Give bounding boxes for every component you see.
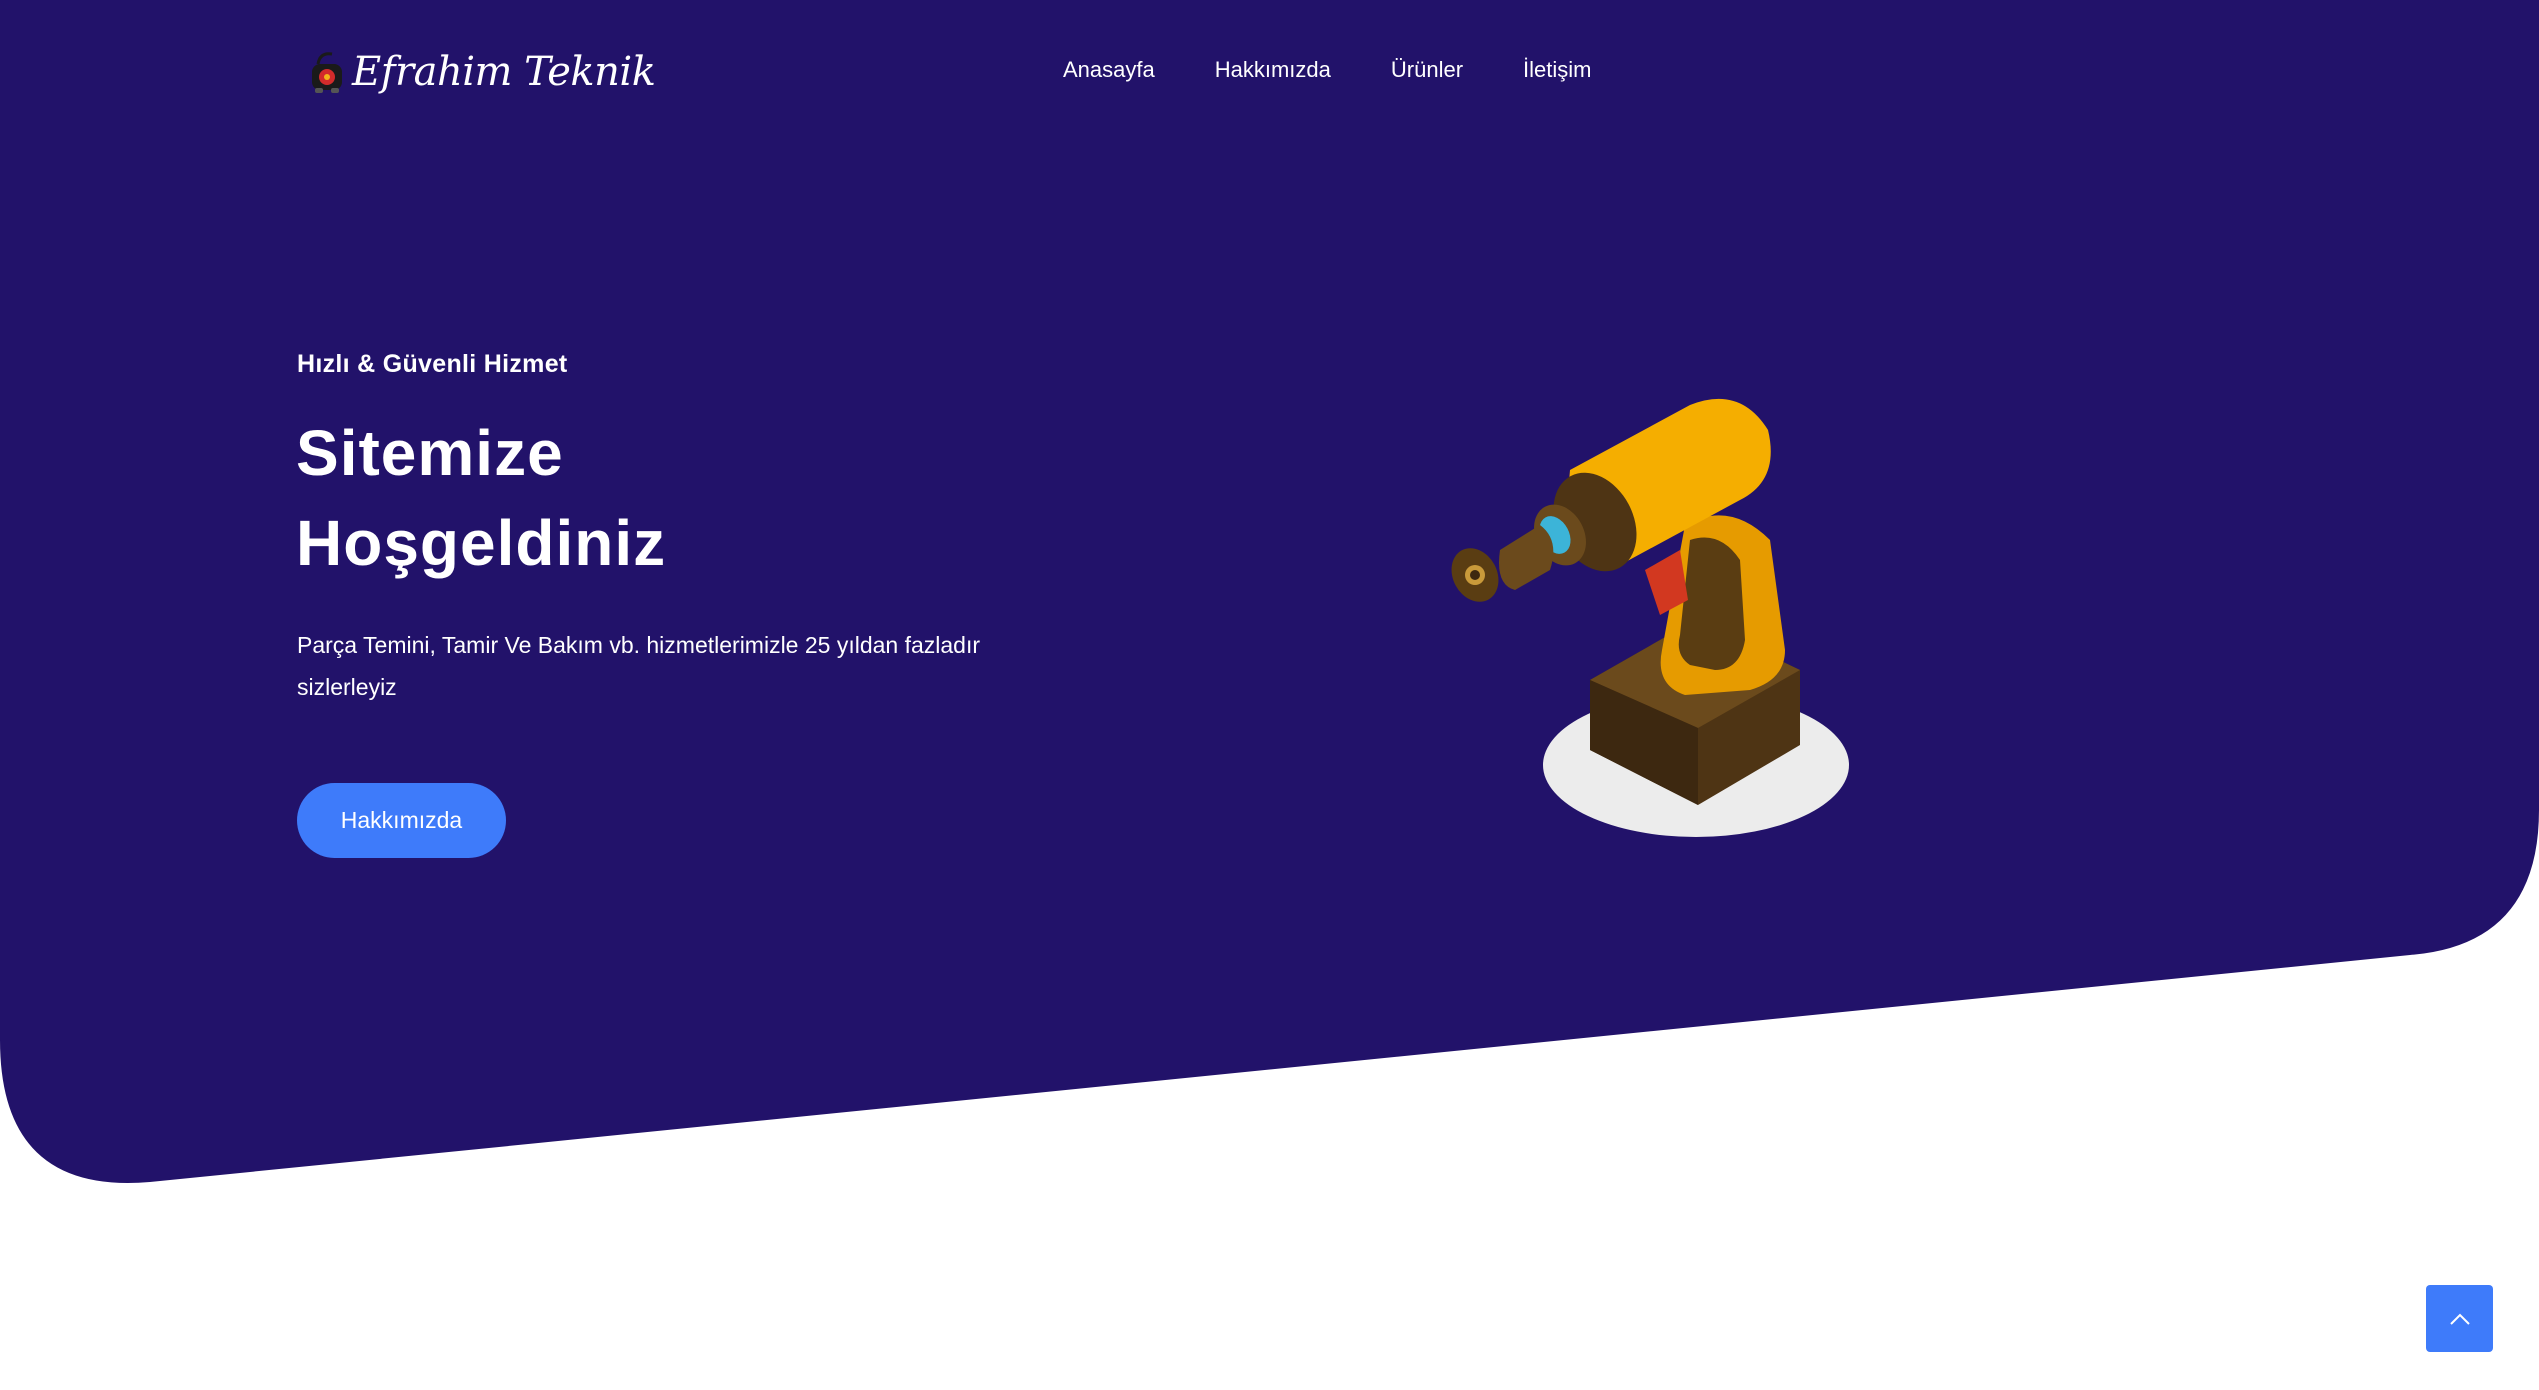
main-nav: Anasayfa Hakkımızda Ürünler İletişim: [1063, 50, 1591, 90]
hero-tagline: Hızlı & Güvenli Hizmet: [297, 350, 568, 378]
chevron-up-icon: [2449, 1313, 2470, 1325]
nav-item-anasayfa[interactable]: Anasayfa: [1063, 50, 1155, 90]
hero-title: Sitemize Hoşgeldiniz: [296, 408, 996, 588]
hero-background-shape: [0, 0, 2539, 1184]
page: Efrahim Teknik Anasayfa Hakkımızda Ürünl…: [0, 0, 2539, 1390]
hero-title-line2: Hoşgeldiniz: [296, 507, 667, 579]
scroll-to-top-button[interactable]: [2426, 1285, 2493, 1352]
nav-item-hakkimizda[interactable]: Hakkımızda: [1215, 50, 1331, 90]
about-cta-button[interactable]: Hakkımızda: [297, 783, 506, 858]
site-header: Efrahim Teknik Anasayfa Hakkımızda Ürünl…: [0, 0, 2539, 140]
hero-description: Parça Temini, Tamir Ve Bakım vb. hizmetl…: [297, 632, 981, 700]
cordless-drill-icon: [1451, 398, 1849, 837]
hero-title-line1: Sitemize: [296, 417, 564, 489]
brand-name: Efrahim Teknik: [352, 49, 656, 95]
brand-logo[interactable]: Efrahim Teknik: [306, 42, 656, 102]
vacuum-cleaner-icon: [312, 52, 342, 93]
nav-item-iletisim[interactable]: İletişim: [1523, 50, 1591, 90]
nav-item-urunler[interactable]: Ürünler: [1391, 50, 1463, 90]
